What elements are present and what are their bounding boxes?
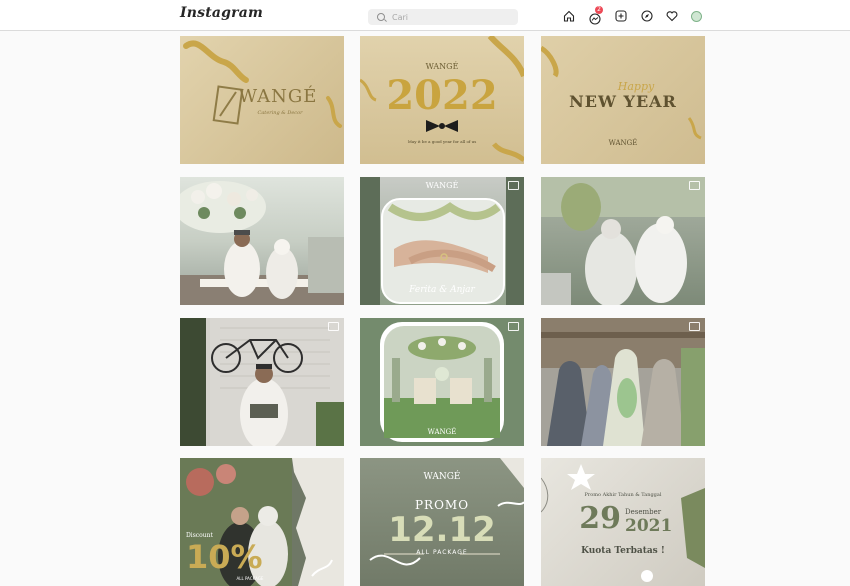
family-hug-photo	[541, 177, 705, 305]
post-tile[interactable]: WANGÉ PROMO 12.12 ALL PACKAGE	[360, 458, 524, 586]
home-icon[interactable]	[563, 10, 575, 22]
messenger-icon	[589, 13, 601, 25]
family-photo	[541, 318, 705, 446]
year-2022-text: 2022	[386, 72, 498, 119]
couple-names-script: Ferita & Anjar	[409, 285, 475, 295]
carousel-icon	[508, 181, 519, 190]
post-tile[interactable]	[541, 177, 705, 305]
promo-month: Desember	[625, 508, 662, 516]
promo-quota: Kuota Terbatas !	[581, 546, 665, 556]
post-tile[interactable]: WANGÉ Ferita & Anjar	[360, 177, 524, 305]
promo-date: 12.12	[388, 510, 496, 550]
discount-package: ALL PACKAGE	[236, 576, 264, 581]
brand-logo-text: WANGÉ	[423, 472, 461, 482]
messenger-button[interactable]: 2	[589, 6, 603, 25]
post-tile[interactable]: WANGÉ 2022 May it be a good year for all…	[360, 36, 524, 164]
post-tile[interactable]: Discount 10% ALL PACKAGE	[180, 458, 344, 586]
discount-percent: 10%	[186, 538, 263, 576]
promo-year: 2021	[625, 516, 673, 536]
instagram-logo[interactable]: Instagram	[180, 5, 263, 21]
brand-logo-text: WANGÉ	[427, 428, 457, 436]
profile-avatar[interactable]	[691, 11, 702, 22]
post-tile[interactable]: Promo Akhir Tahun & Tanggal 29 Desember …	[541, 458, 705, 586]
search-input[interactable]	[392, 9, 512, 25]
carousel-icon	[689, 181, 700, 190]
carousel-icon	[508, 322, 519, 331]
promo-package: ALL PACKAGE	[416, 549, 468, 556]
search-box[interactable]	[368, 9, 518, 25]
activity-heart-icon[interactable]	[666, 10, 678, 22]
messages-badge: 2	[595, 6, 603, 14]
carousel-icon	[328, 322, 339, 331]
new-year-caption: May it be a good year for all of us	[407, 139, 477, 144]
new-post-icon[interactable]	[615, 10, 627, 22]
carousel-icon	[689, 322, 700, 331]
promo-intro: Promo Akhir Tahun & Tanggal	[584, 492, 662, 498]
post-tile[interactable]	[180, 177, 344, 305]
wedding-photo	[180, 181, 344, 305]
brand-logo-text: WANGÉ	[238, 86, 318, 107]
brand-logo-text: WANGÉ	[425, 181, 459, 190]
post-tile[interactable]: WANGÉ Catering & Decor	[180, 36, 344, 164]
search-icon	[377, 13, 385, 21]
brand-tagline: Catering & Decor	[257, 110, 303, 116]
groom-bicycle-photo	[180, 318, 344, 446]
brand-logo-text: WANGÉ	[608, 139, 638, 147]
new-year-heading: NEW YEAR	[569, 92, 677, 111]
post-tile[interactable]	[541, 318, 705, 446]
decor-photo	[360, 318, 524, 446]
explore-icon[interactable]	[641, 10, 653, 22]
post-tile[interactable]: WANGÉ	[360, 318, 524, 446]
post-tile[interactable]	[180, 318, 344, 446]
top-navigation-bar: Instagram 2	[0, 0, 850, 31]
post-tile[interactable]: Happy NEW YEAR WANGÉ	[541, 36, 705, 164]
brand-logo-text: WANGÉ	[425, 62, 459, 71]
promo-day: 29	[579, 501, 621, 536]
